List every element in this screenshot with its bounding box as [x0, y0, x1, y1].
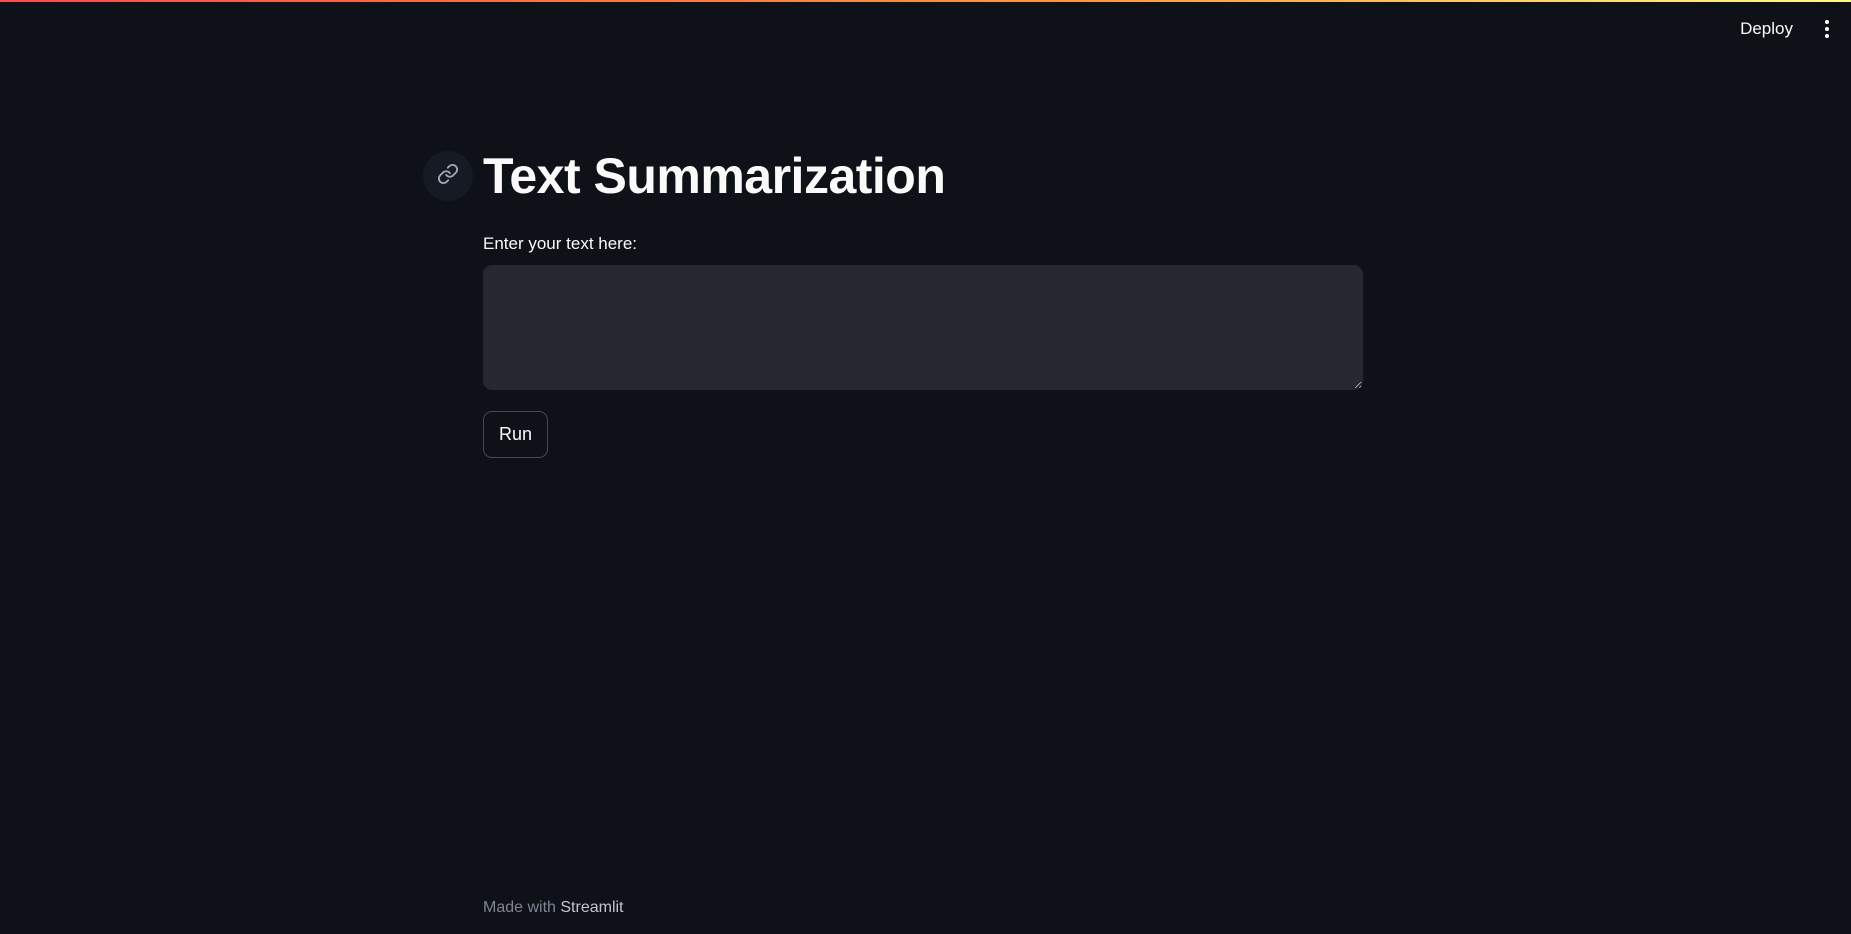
main-menu-button[interactable]	[1815, 13, 1839, 45]
footer: Made with Streamlit	[483, 899, 624, 917]
run-button[interactable]: Run	[483, 411, 549, 458]
deploy-button[interactable]: Deploy	[1728, 12, 1805, 46]
app-header: Deploy	[0, 0, 1851, 60]
header-anchor-link[interactable]	[423, 151, 473, 201]
link-icon	[437, 163, 459, 190]
page-title: Text Summarization	[483, 148, 946, 204]
streamlit-link[interactable]: Streamlit	[560, 899, 623, 916]
text-input-label: Enter your text here:	[483, 234, 638, 253]
text-input-area[interactable]	[483, 265, 1363, 390]
footer-prefix: Made with	[483, 899, 556, 916]
title-row: Text Summarization	[423, 146, 1363, 206]
kebab-menu-icon	[1825, 20, 1829, 38]
